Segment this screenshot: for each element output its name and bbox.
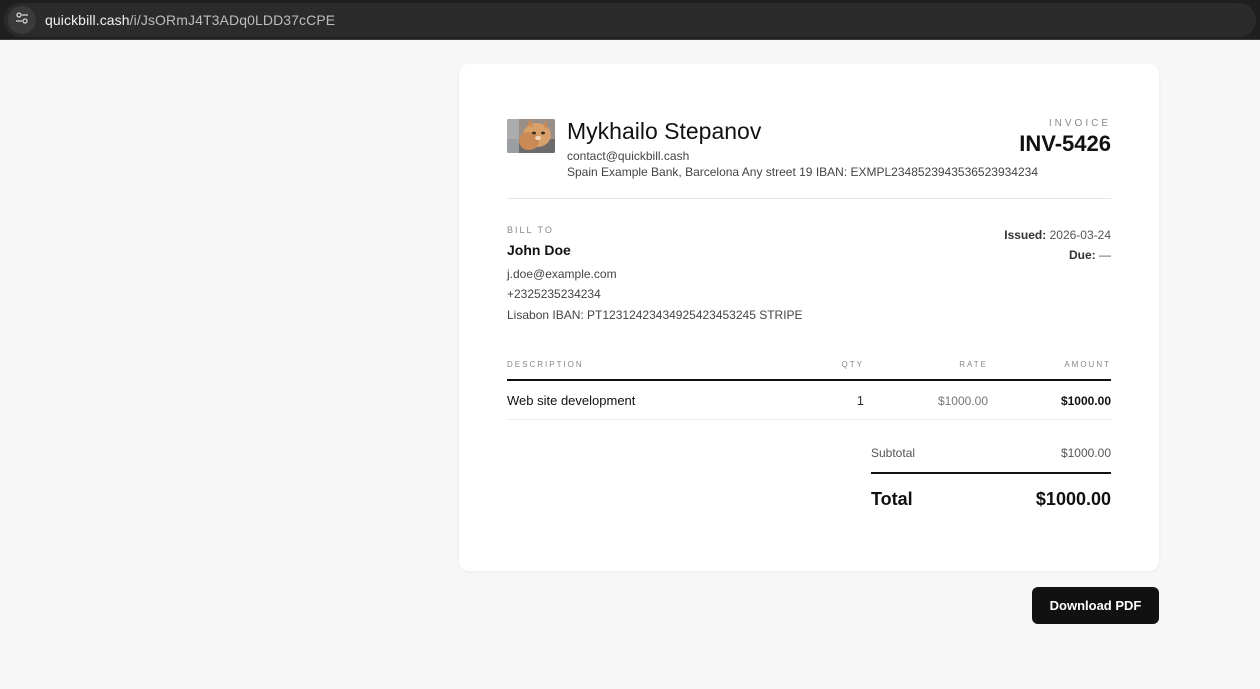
total-value: $1000.00 xyxy=(1035,489,1111,509)
item-qty: 1 xyxy=(856,393,864,408)
url-text[interactable]: quickbill.cash/i/JsORmJ4T3ADq0LDD37cCPE xyxy=(45,12,335,28)
due-label: Due: xyxy=(1068,248,1096,262)
invoice-label: INVOICE xyxy=(1048,118,1111,129)
issued-date-row: Issued: 2026-03-24 xyxy=(1004,228,1111,248)
header-divider xyxy=(507,198,1111,199)
invoice-card: Mykhailo Stepanov contact@quickbill.cash… xyxy=(459,64,1159,571)
url-field[interactable]: quickbill.cash/i/JsORmJ4T3ADq0LDD37cCPE xyxy=(4,3,1256,37)
issued-value: 2026-03-24 xyxy=(1049,228,1111,242)
client-phone: +2325235234234 xyxy=(507,287,601,301)
bill-to-section: BILL TO John Doe j.doe@example.com +2325… xyxy=(507,225,1111,325)
issued-label: Issued: xyxy=(1004,228,1047,242)
client-name: John Doe xyxy=(507,242,571,258)
column-header-description: DESCRIPTION xyxy=(507,360,584,369)
subtotal-label: Subtotal xyxy=(871,446,916,460)
column-header-amount: AMOUNT xyxy=(1064,360,1111,369)
invoice-number: INV-5426 xyxy=(1019,131,1111,156)
client-email: j.doe@example.com xyxy=(507,267,617,281)
invoice-header: Mykhailo Stepanov contact@quickbill.cash… xyxy=(507,118,1111,199)
total-label: Total xyxy=(871,489,913,509)
tune-icon xyxy=(15,11,29,30)
url-host: quickbill.cash xyxy=(45,12,130,28)
invoice-dates: Issued: 2026-03-24 Due: — xyxy=(1004,228,1111,268)
url-path: /i/JsORmJ4T3ADq0LDD37cCPE xyxy=(129,12,336,28)
site-info-button[interactable] xyxy=(8,6,36,34)
item-amount: $1000.00 xyxy=(1060,394,1111,408)
totals-rule xyxy=(871,472,1111,474)
bill-to-label: BILL TO xyxy=(507,225,554,235)
column-header-qty: QTY xyxy=(841,360,864,369)
due-date-row: Due: — xyxy=(1004,248,1111,268)
client-bank-details: Lisabon IBAN: PT123124234349254234532​45… xyxy=(507,308,803,322)
browser-address-bar: quickbill.cash/i/JsORmJ4T3ADq0LDD37cCPE xyxy=(0,0,1260,40)
item-rate: $1000.00 xyxy=(937,394,988,408)
due-value: — xyxy=(1099,248,1111,262)
download-pdf-button[interactable]: Download PDF xyxy=(1032,587,1159,624)
item-description: Web site development xyxy=(507,393,636,408)
table-row: Web site development 1 $1000.00 $1000.00 xyxy=(507,381,1111,420)
sender-email: contact@quickbill.cash xyxy=(567,149,690,163)
subtotal-value: $1000.00 xyxy=(1060,446,1111,460)
sender-bank-details: Spain Example Bank, Barcelona Any street… xyxy=(567,165,1038,179)
sender-name: Mykhailo Stepanov xyxy=(567,118,762,144)
column-header-rate: RATE xyxy=(959,360,988,369)
avatar xyxy=(507,119,555,153)
